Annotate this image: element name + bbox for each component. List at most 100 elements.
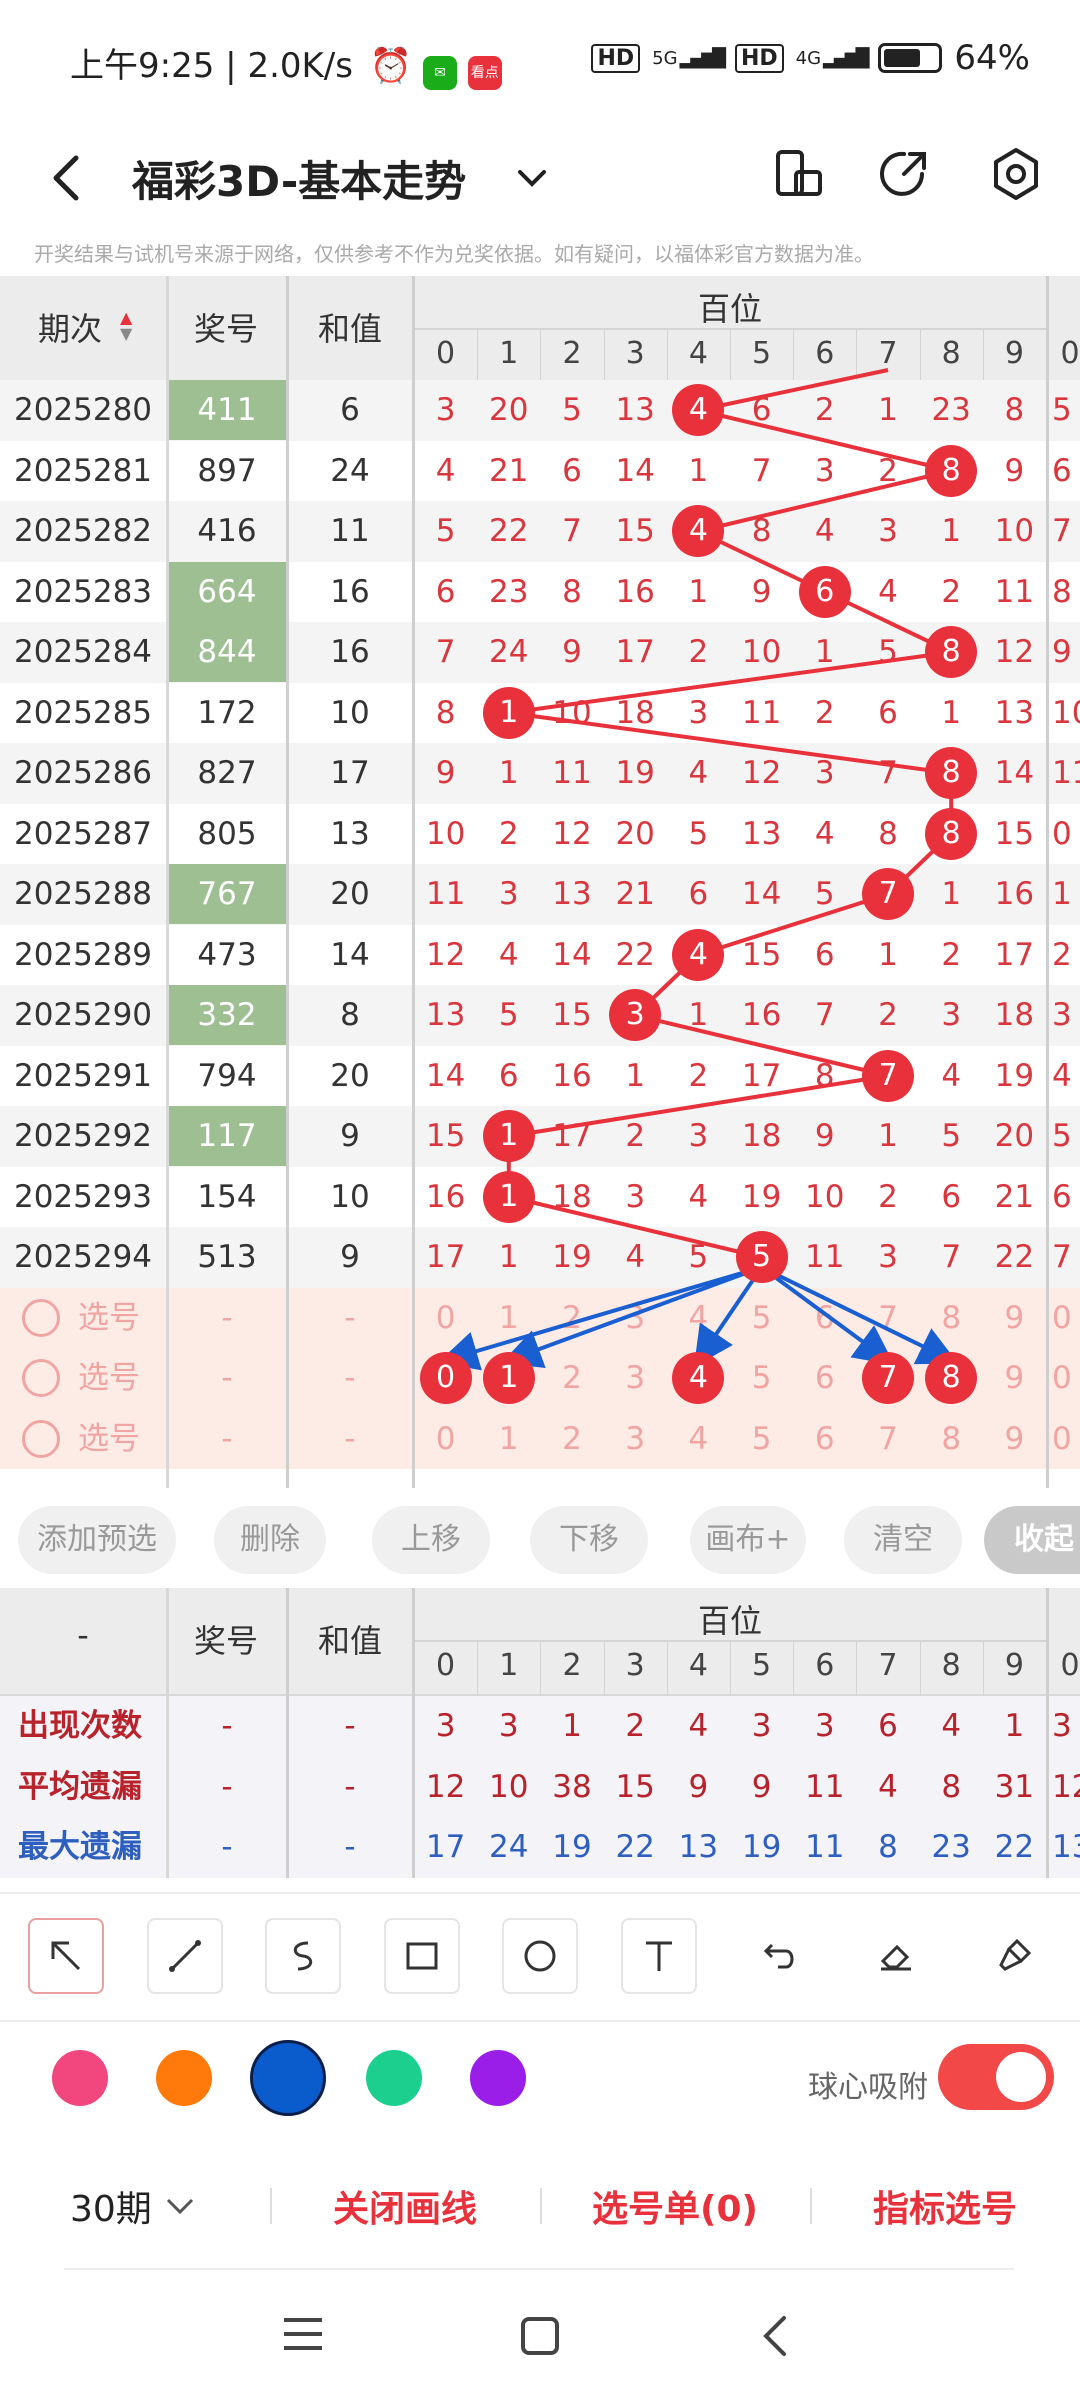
- tool-button[interactable]: [502, 1918, 578, 1994]
- collapse-button[interactable]: 收起: [984, 1506, 1080, 1574]
- pick-list-button[interactable]: 选号单(0): [540, 2180, 810, 2232]
- stats-value: 8: [878, 1829, 898, 1865]
- stats-column-divider: [1046, 1588, 1049, 1878]
- signal-bars-icon: ▂▄▆█: [823, 47, 869, 69]
- selected-ball[interactable]: 7: [862, 1352, 914, 1405]
- stats-digit-divider: [793, 1642, 795, 1696]
- stats-digit-divider: [540, 1642, 542, 1696]
- stats-header-digit: 4: [688, 1648, 708, 1683]
- stats-value: 22: [615, 1829, 655, 1865]
- stats-row: 平均遗漏 - - 12 10 38 15 9 9 11 4 8 31 12: [0, 1756, 1080, 1817]
- action-button[interactable]: 删除: [214, 1506, 326, 1574]
- app-root: 上午9:25 | 2.0K/s ⏰ ✉ 看点 HD 5G ▂▄▆█ HD 4G …: [0, 0, 1080, 2400]
- settings-icon[interactable]: [988, 146, 1044, 202]
- stats-value: 12: [425, 1768, 466, 1805]
- line-tool-icon: [168, 1940, 201, 1972]
- stats-prize: -: [221, 1708, 233, 1744]
- trend-table: 期次 ▲ ▼ 奖号 和值 百位 0 1 2 3 4 5 6 7 8 9 0 2025280 411 6 3 20 5 13 6 2…: [0, 276, 1080, 1488]
- tool-button[interactable]: [620, 1918, 697, 1994]
- stats-value: 24: [489, 1829, 529, 1865]
- home-icon[interactable]: [518, 2314, 562, 2358]
- share-icon[interactable]: [876, 146, 932, 202]
- sim1-hd-icon: HD: [591, 43, 641, 73]
- battery-icon: [878, 43, 943, 73]
- selected-ball[interactable]: 1: [482, 1352, 535, 1405]
- stats-header-group: 百位: [697, 1602, 762, 1640]
- trend-line-segment: [508, 1194, 763, 1260]
- color-swatch[interactable]: [470, 2050, 526, 2106]
- status-bar: 上午9:25 | 2.0K/s ⏰ ✉ 看点 HD 5G ▂▄▆█ HD 4G …: [0, 0, 1080, 118]
- drawn-arrow: [437, 1265, 763, 1371]
- indicator-pick-button[interactable]: 指标选号: [810, 2180, 1080, 2232]
- stats-value: 3: [498, 1708, 519, 1744]
- tool-button[interactable]: [28, 1918, 104, 1994]
- nav-back-icon[interactable]: [756, 2312, 796, 2360]
- stats-digit-divider: [477, 1642, 479, 1696]
- hit-ball: 6: [798, 565, 851, 618]
- close-line-button[interactable]: 关闭画线: [270, 2180, 540, 2232]
- action-button[interactable]: 上移: [372, 1506, 490, 1574]
- chevron-down-icon[interactable]: [512, 164, 552, 194]
- color-swatch[interactable]: [52, 2050, 108, 2106]
- stats-label: 出现次数: [18, 1708, 142, 1744]
- hit-ball: 4: [672, 505, 725, 557]
- stats-next-value: 13: [1052, 1829, 1080, 1865]
- tool-button[interactable]: [383, 1918, 460, 1994]
- page-title[interactable]: 福彩3D-基本走势: [132, 148, 466, 209]
- selected-ball[interactable]: 0: [419, 1352, 472, 1405]
- rotate-screen-icon[interactable]: [770, 146, 826, 202]
- action-button[interactable]: 下移: [530, 1506, 648, 1574]
- tool-button[interactable]: [265, 1918, 341, 1994]
- stats-header-digit: 7: [878, 1648, 898, 1683]
- menu-icon[interactable]: [280, 2314, 326, 2354]
- action-button[interactable]: 添加预选: [18, 1506, 176, 1574]
- tool-button[interactable]: [146, 1918, 223, 1994]
- trend-line-segment: [697, 892, 889, 957]
- stats-header-digit: 9: [1004, 1648, 1024, 1683]
- stats-value: 8: [941, 1768, 962, 1805]
- disclaimer-notice: 开奖结果与试机号来源于网络，仅供参考不作为兑奖依据。如有疑问，以福体彩官方数据为…: [34, 242, 874, 266]
- stats-row: 最大遗漏 - - 17 24 19 22 13 19 11 8 23 22 13: [0, 1817, 1080, 1878]
- action-button[interactable]: 清空: [844, 1506, 962, 1574]
- stats-header-digit: 6: [815, 1648, 835, 1683]
- period-selector[interactable]: 30期: [70, 2180, 198, 2232]
- text-tool-icon: [645, 1941, 672, 1971]
- stats-value: 6: [878, 1708, 898, 1744]
- stats-digit-divider: [919, 1642, 921, 1696]
- stats-header-digit: 8: [941, 1648, 961, 1683]
- tool-button[interactable]: [858, 1918, 934, 1994]
- chevron-down-icon: [166, 2198, 193, 2215]
- stats-header-prize: 奖号: [193, 1622, 258, 1660]
- stats-value: 4: [941, 1708, 962, 1744]
- drawn-arrow: [760, 1265, 895, 1365]
- hit-ball: 1: [482, 686, 535, 739]
- trend-line-segment: [697, 408, 952, 473]
- stats-value: 9: [688, 1768, 709, 1805]
- signal-bars-icon: ▂▄▆█: [679, 47, 726, 69]
- stats-header-digit: 0: [436, 1648, 456, 1683]
- stats-value: 19: [741, 1829, 782, 1865]
- hit-ball: 3: [609, 989, 662, 1041]
- back-icon[interactable]: [42, 148, 92, 208]
- action-button[interactable]: 画布+: [690, 1506, 806, 1574]
- color-swatch[interactable]: [366, 2050, 422, 2106]
- tool-button[interactable]: [976, 1918, 1052, 1994]
- color-swatch[interactable]: [156, 2050, 212, 2106]
- stats-label: 最大遗漏: [18, 1829, 142, 1865]
- stats-value: 15: [615, 1768, 655, 1805]
- stats-value: 11: [805, 1829, 845, 1865]
- stats-prize: -: [221, 1829, 233, 1865]
- hit-ball: 7: [862, 868, 914, 920]
- color-swatch[interactable]: [250, 2040, 326, 2116]
- snap-toggle[interactable]: [938, 2044, 1054, 2110]
- period-label: 30期: [70, 2189, 152, 2230]
- snap-label: 球心吸附: [808, 2070, 928, 2105]
- snap-toggle-knob: [996, 2052, 1046, 2102]
- trend-line-segment: [508, 1073, 889, 1139]
- tool-button[interactable]: [739, 1918, 815, 1994]
- sim2-hd-icon: HD: [734, 43, 784, 73]
- arrow-tool-icon: [51, 1941, 81, 1971]
- undo-icon: [763, 1943, 794, 1969]
- stats-value: 4: [688, 1708, 709, 1744]
- hit-ball: 4: [672, 928, 725, 981]
